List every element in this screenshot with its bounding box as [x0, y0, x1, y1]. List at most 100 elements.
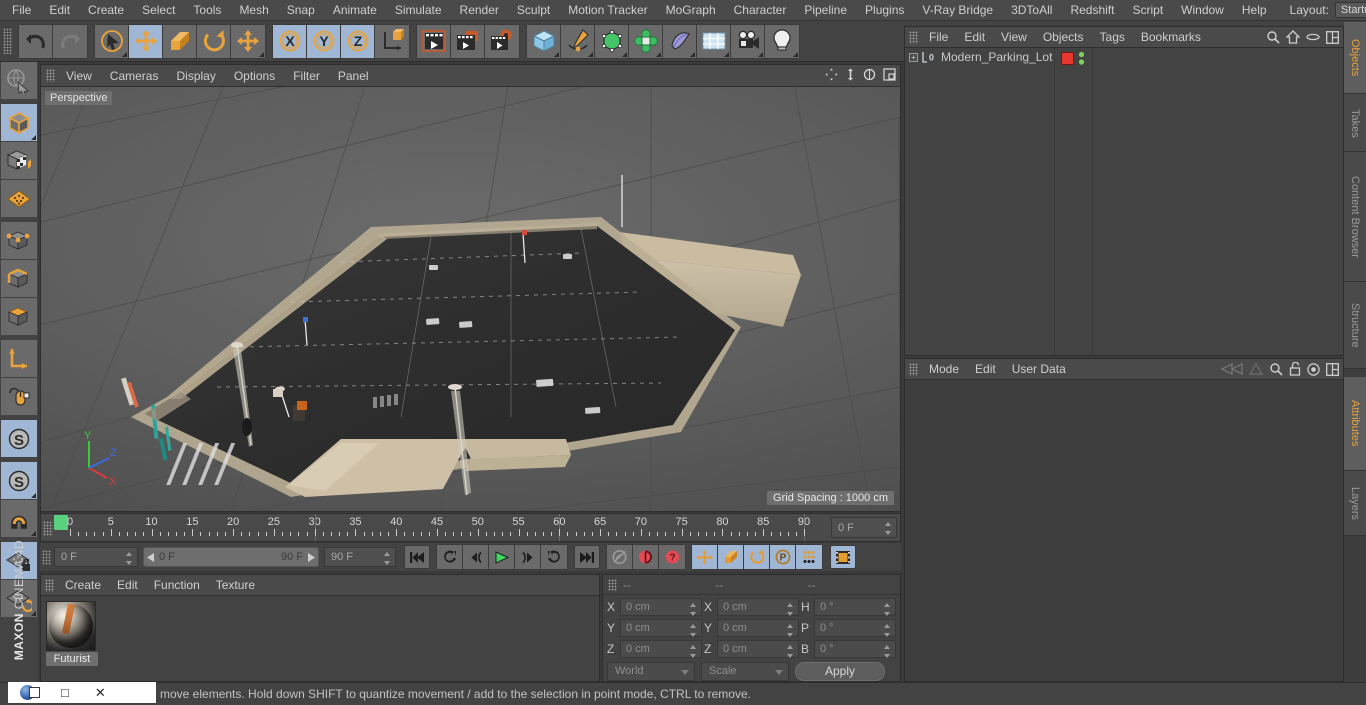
object-menu-tags[interactable]: Tags — [1092, 27, 1133, 47]
menu-item-pipeline[interactable]: Pipeline — [795, 0, 856, 20]
object-tree-column[interactable]: + 0 Modern_Parking_Lot — [905, 48, 1055, 355]
dropdown-corner-icon[interactable] — [31, 135, 36, 140]
record-active-objects-button[interactable] — [633, 545, 659, 569]
coord-rotation-input[interactable]: 0 ° — [814, 640, 896, 658]
viewport-menu-cameras[interactable]: Cameras — [101, 66, 168, 86]
layout-icon[interactable] — [1326, 30, 1339, 44]
move-alt-button[interactable] — [231, 24, 265, 58]
floor-environment-button[interactable] — [697, 24, 731, 58]
menu-item-3dtoall[interactable]: 3DToAll — [1002, 0, 1061, 20]
spinner-icon[interactable] — [690, 602, 697, 617]
menu-item-animate[interactable]: Animate — [324, 0, 386, 20]
coord-size-input[interactable]: 0 cm — [717, 640, 799, 658]
menu-item-sculpt[interactable]: Sculpt — [508, 0, 559, 20]
spinner-icon[interactable] — [690, 644, 697, 659]
home-icon[interactable] — [1286, 30, 1300, 44]
dropdown-corner-icon[interactable] — [588, 51, 593, 57]
z-axis-button[interactable]: Z — [341, 24, 375, 58]
menu-item-simulate[interactable]: Simulate — [386, 0, 451, 20]
menu-item-character[interactable]: Character — [725, 0, 796, 20]
playback-drag-handle[interactable] — [42, 549, 51, 565]
layout-dropdown[interactable]: Startup — [1334, 2, 1366, 18]
viewport-menu-options[interactable]: Options — [225, 66, 284, 86]
step-back-button[interactable] — [463, 545, 489, 569]
material-menu-texture[interactable]: Texture — [208, 575, 263, 595]
dolly-icon[interactable] — [845, 68, 856, 81]
deformer-button[interactable] — [629, 24, 663, 58]
dropdown-corner-icon[interactable] — [31, 531, 36, 536]
attribute-menu-user-data[interactable]: User Data — [1004, 359, 1074, 379]
expand-toggle-icon[interactable]: + — [909, 52, 918, 62]
coordinates-drag-handle[interactable] — [608, 578, 617, 591]
object-row[interactable]: + 0 Modern_Parking_Lot — [905, 48, 1054, 66]
dropdown-corner-icon[interactable] — [758, 51, 763, 57]
workplane-mode-button[interactable] — [1, 180, 37, 217]
material-manager-drag-handle[interactable] — [45, 578, 54, 592]
target-icon[interactable] — [1307, 362, 1320, 376]
coordinate-mode-dropdown[interactable]: Scale — [701, 662, 789, 681]
menu-item-mograph[interactable]: MoGraph — [657, 0, 725, 20]
lock-icon[interactable] — [1289, 362, 1301, 376]
dock-tab-objects[interactable]: Objects — [1344, 22, 1366, 95]
dropdown-corner-icon[interactable] — [122, 51, 127, 57]
history-forward-icon[interactable] — [1249, 363, 1263, 375]
menu-item-script[interactable]: Script — [1123, 0, 1172, 20]
menu-item-redshift[interactable]: Redshift — [1061, 0, 1123, 20]
menu-item-motion-tracker[interactable]: Motion Tracker — [559, 0, 656, 20]
dock-tab-takes[interactable]: Takes — [1344, 94, 1366, 153]
key-point-level-button[interactable] — [796, 545, 822, 569]
dock-tab-content-browser[interactable]: Content Browser — [1344, 152, 1366, 283]
object-menu-edit[interactable]: Edit — [956, 27, 993, 47]
dropdown-corner-icon[interactable] — [259, 51, 264, 57]
generator-nurbs-button[interactable] — [595, 24, 629, 58]
viewport-menu-display[interactable]: Display — [167, 66, 224, 86]
search-icon[interactable] — [1266, 30, 1280, 44]
key-parameter-button[interactable]: P — [770, 545, 796, 569]
light-button[interactable] — [765, 24, 799, 58]
layout-icon[interactable] — [1326, 362, 1339, 376]
scale-button[interactable] — [163, 24, 197, 58]
minimize-icon[interactable]: □ — [61, 686, 69, 699]
search-icon[interactable] — [1269, 362, 1283, 376]
current-frame-field[interactable]: 0 F — [54, 547, 138, 567]
menu-item-create[interactable]: Create — [79, 0, 133, 20]
menu-item-file[interactable]: File — [3, 0, 40, 20]
key-scale-button[interactable] — [718, 545, 744, 569]
viewport-solo-button[interactable]: S — [1, 420, 37, 457]
menu-item-window[interactable]: Window — [1172, 0, 1233, 20]
coord-position-input[interactable]: 0 cm — [620, 640, 702, 658]
render-view-button[interactable] — [417, 24, 451, 58]
coord-rotation-input[interactable]: 0 ° — [814, 598, 896, 616]
object-menu-view[interactable]: View — [993, 27, 1035, 47]
dropdown-corner-icon[interactable] — [554, 51, 559, 57]
coordinate-system-dropdown[interactable]: World — [607, 662, 695, 681]
spinner-icon[interactable] — [884, 602, 891, 617]
move-button[interactable] — [129, 24, 163, 58]
menu-item-render[interactable]: Render — [451, 0, 508, 20]
pan-icon[interactable] — [825, 68, 838, 81]
app-orb-icon[interactable] — [20, 685, 40, 700]
spline-pen-button[interactable] — [561, 24, 595, 58]
menu-item-snap[interactable]: Snap — [278, 0, 324, 20]
undo-button[interactable] — [19, 24, 53, 58]
scene-object-button[interactable] — [663, 24, 697, 58]
object-extra-column[interactable] — [1093, 48, 1343, 355]
live-selection-button[interactable] — [1, 62, 37, 99]
attribute-menu-mode[interactable]: Mode — [921, 359, 967, 379]
autokey-button[interactable] — [607, 545, 633, 569]
edge-mode-button[interactable] — [1, 260, 37, 297]
toolbar-drag-handle[interactable] — [3, 28, 12, 54]
timeline-frame-field[interactable]: 0 F — [831, 517, 897, 538]
camera-button[interactable] — [731, 24, 765, 58]
menu-item-plugins[interactable]: Plugins — [856, 0, 913, 20]
close-icon[interactable]: ✕ — [95, 686, 106, 699]
y-axis-button[interactable]: Y — [307, 24, 341, 58]
render-picture-viewer-button[interactable] — [451, 24, 485, 58]
spinner-icon[interactable] — [126, 551, 133, 566]
material-tag-icon[interactable] — [1061, 51, 1074, 65]
dock-tab-layers[interactable]: Layers — [1344, 471, 1366, 537]
play-button[interactable] — [489, 545, 515, 569]
attribute-manager-body[interactable] — [905, 380, 1343, 681]
go-to-start-button[interactable] — [404, 545, 430, 569]
end-frame-field[interactable]: 90 F — [324, 547, 396, 567]
